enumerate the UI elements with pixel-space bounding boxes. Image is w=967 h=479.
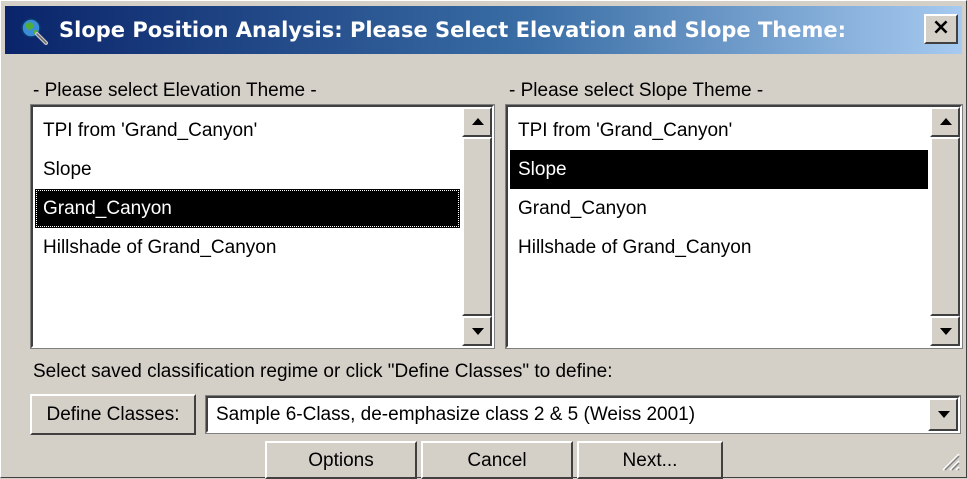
slope-list-item[interactable]: Grand_Canyon [510, 189, 928, 228]
scroll-down-arrow-icon [940, 328, 952, 335]
slope-scroll-thumb[interactable] [930, 137, 960, 316]
scroll-up-arrow-icon [940, 118, 952, 125]
regime-dropdown-button[interactable] [928, 398, 958, 431]
chevron-down-icon [938, 411, 950, 418]
cancel-button[interactable]: Cancel [421, 441, 573, 479]
slope-scroll-up-button[interactable] [930, 107, 960, 137]
slope-theme-list[interactable]: TPI from 'Grand_Canyon' Slope Grand_Canyon… [505, 104, 963, 349]
elevation-scrollbar[interactable] [462, 107, 492, 346]
options-button[interactable]: Options [265, 441, 417, 479]
scroll-down-arrow-icon [472, 328, 484, 335]
elevation-theme-list[interactable]: TPI from 'Grand_Canyon' Slope Grand_Canyon… [30, 104, 495, 349]
slope-position-dialog: Slope Position Analysis: Please Select E… [0, 0, 967, 479]
elevation-theme-heading: - Please select Elevation Theme - [33, 80, 317, 101]
close-button[interactable]: × [924, 14, 958, 44]
slope-list-items: TPI from 'Grand_Canyon' Slope Grand_Canyon… [510, 111, 928, 267]
elevation-scroll-up-button[interactable] [462, 107, 492, 137]
elevation-scroll-thumb[interactable] [462, 137, 492, 316]
elevation-list-item[interactable]: Slope [35, 150, 460, 189]
slope-list-item[interactable]: TPI from 'Grand_Canyon' [510, 111, 928, 150]
elevation-list-item[interactable]: Grand_Canyon [35, 189, 460, 228]
slope-theme-heading: - Please select Slope Theme - [509, 80, 764, 101]
elevation-list-item[interactable]: TPI from 'Grand_Canyon' [35, 111, 460, 150]
elevation-list-item[interactable]: Hillshade of Grand_Canyon [35, 228, 460, 267]
slope-list-item[interactable]: Slope [510, 150, 928, 189]
title-bar[interactable]: Slope Position Analysis: Please Select E… [5, 6, 962, 54]
scroll-up-arrow-icon [472, 118, 484, 125]
resize-grip-icon[interactable] [938, 449, 960, 471]
globe-magnifier-icon [21, 18, 48, 45]
classification-instruction: Select saved classification regime or cl… [33, 361, 613, 382]
classification-regime-select[interactable]: Sample 6-Class, de-emphasize class 2 & 5… [205, 395, 961, 434]
slope-scrollbar[interactable] [930, 107, 960, 346]
slope-list-item[interactable]: Hillshade of Grand_Canyon [510, 228, 928, 267]
define-classes-button[interactable]: Define Classes: [30, 394, 196, 435]
next-button[interactable]: Next... [577, 441, 723, 479]
slope-scroll-down-button[interactable] [930, 316, 960, 346]
elevation-scroll-down-button[interactable] [462, 316, 492, 346]
elevation-list-items: TPI from 'Grand_Canyon' Slope Grand_Canyon… [35, 111, 460, 267]
classification-regime-value: Sample 6-Class, de-emphasize class 2 & 5… [216, 404, 696, 425]
window-title: Slope Position Analysis: Please Select E… [59, 18, 847, 42]
